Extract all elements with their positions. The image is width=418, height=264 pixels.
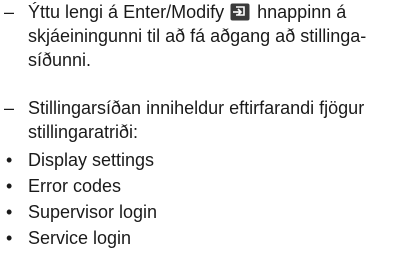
list-item-supervisor-login: • Supervisor login <box>0 200 418 224</box>
bullet-marker: • <box>6 202 13 222</box>
list-item-service-login: • Service login <box>0 226 418 250</box>
instruction-paragraph-1: – Ýttu lengi á Enter/Modify hnappinn á s… <box>0 0 418 72</box>
instruction-paragraph-2: – Stillingarsíðan inniheldur eftirfarand… <box>0 96 418 144</box>
instruction-text-before-icon: Ýttu lengi á Enter/Modify <box>28 2 225 22</box>
bullet-marker: • <box>6 150 13 170</box>
document-body: – Ýttu lengi á Enter/Modify hnappinn á s… <box>0 0 418 252</box>
bullet-marker: • <box>6 228 13 248</box>
dash-marker: – <box>4 2 15 22</box>
enter-modify-icon <box>230 3 250 21</box>
list-item-label: Error codes <box>28 176 122 196</box>
list-item-display-settings: • Display settings <box>0 148 418 172</box>
bullet-marker: • <box>6 176 13 196</box>
list-item-label: Service login <box>28 228 132 248</box>
settings-intro-text: Stillingarsíðan inniheldur eftirfarandi … <box>28 98 365 142</box>
list-item-label: Supervisor login <box>28 202 158 222</box>
list-item-error-codes: • Error codes <box>0 174 418 198</box>
list-item-label: Display settings <box>28 150 155 170</box>
settings-item-list: • Display settings • Error codes • Super… <box>0 148 418 250</box>
dash-marker: – <box>4 98 15 118</box>
